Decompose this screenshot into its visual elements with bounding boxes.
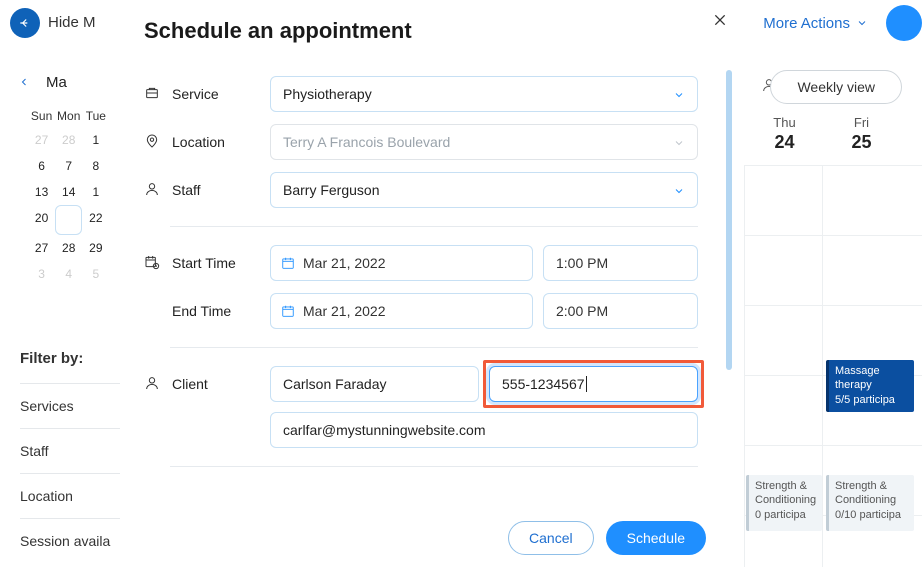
client-phone-value: 555-1234567​ [502,376,587,392]
staff-value: Barry Ferguson [283,182,379,198]
modal-overlay: Schedule an appointment Service Physioth… [0,0,922,567]
location-select[interactable]: Terry A Francois Boulevard [270,124,698,160]
client-name-input[interactable]: Carlson Faraday [270,366,479,402]
staff-icon [144,172,172,198]
service-icon [144,76,172,102]
modal-scrollbar[interactable] [726,70,732,370]
modal-footer: Cancel Schedule [508,521,706,555]
service-select[interactable]: Physiotherapy [270,76,698,112]
start-time-input[interactable]: 1:00 PM [543,245,698,281]
chevron-down-icon [673,86,685,102]
schedule-button[interactable]: Schedule [606,521,706,555]
calendar-icon [281,256,295,270]
location-label: Location [172,124,270,150]
end-date-value: Mar 21, 2022 [303,303,386,319]
schedule-modal: Schedule an appointment Service Physioth… [120,0,740,567]
client-name-value: Carlson Faraday [283,376,387,392]
client-icon [144,366,172,392]
divider [170,226,698,227]
start-time-value: 1:00 PM [556,255,608,271]
start-date-value: Mar 21, 2022 [303,255,386,271]
divider [170,466,698,467]
client-phone-input[interactable]: 555-1234567​ [489,366,698,402]
end-time-input[interactable]: 2:00 PM [543,293,698,329]
close-icon [712,12,728,28]
calendar-icon [281,304,295,318]
service-value: Physiotherapy [283,86,372,102]
staff-select[interactable]: Barry Ferguson [270,172,698,208]
location-value: Terry A Francois Boulevard [283,134,450,150]
chevron-down-icon [673,134,685,150]
client-email-value: carlfar@mystunningwebsite.com [283,422,486,438]
end-time-label: End Time [172,293,270,319]
client-email-input[interactable]: carlfar@mystunningwebsite.com [270,412,698,448]
staff-label: Staff [172,172,270,198]
client-label: Client [172,366,270,392]
datetime-icon [144,245,172,271]
cancel-button[interactable]: Cancel [508,521,594,555]
end-date-input[interactable]: Mar 21, 2022 [270,293,533,329]
modal-title: Schedule an appointment [144,18,740,44]
chevron-down-icon [673,182,685,198]
location-icon [144,124,172,150]
start-date-input[interactable]: Mar 21, 2022 [270,245,533,281]
close-button[interactable] [712,6,728,32]
service-label: Service [172,76,270,102]
end-time-value: 2:00 PM [556,303,608,319]
divider [170,347,698,348]
spacer [144,293,172,301]
start-time-label: Start Time [172,245,270,271]
